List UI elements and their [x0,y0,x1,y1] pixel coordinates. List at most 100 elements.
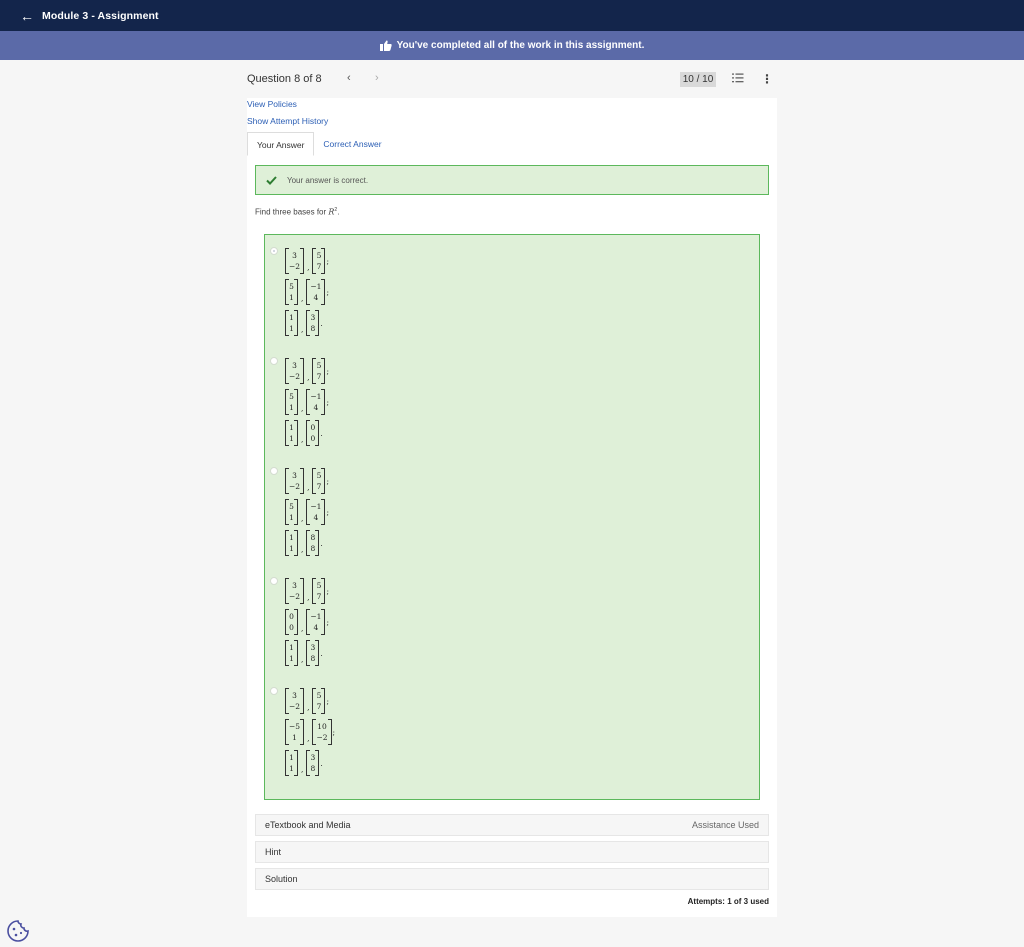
hint-accordion[interactable]: Hint [255,841,769,863]
tab-your-answer[interactable]: Your Answer [247,132,315,156]
radio-button[interactable] [270,687,278,695]
vector-entry: 3 [310,313,316,322]
punctuation: ; [326,586,329,596]
score-badge: 10 / 10 [680,72,716,87]
column-vector: 11 [285,420,298,446]
attempts-counter: Attempts: 1 of 3 used [688,897,769,906]
radio-button[interactable] [270,467,278,475]
vector-entry: 5 [289,392,294,401]
solution-accordion[interactable]: Solution [255,868,769,890]
radio-button[interactable] [270,357,278,365]
column-vector: 3 −2 [285,688,305,714]
prev-question-button[interactable]: ‹ [347,72,351,84]
tab-correct-answer[interactable]: Correct Answer [314,132,390,156]
kebab-icon[interactable]: ⋮ [761,72,773,86]
basis-row: 3 −2, 5 7; [285,246,329,276]
vector-entry: 1 [289,313,294,322]
vector-entry: −2 [289,482,301,491]
arrow-left-icon[interactable]: ← [20,9,34,23]
punctuation: , [307,263,310,272]
punctuation: ; [326,696,329,706]
vector-entry: 8 [310,324,316,333]
thumbs-up-icon [379,40,392,51]
basis-row: 5 1, −1 4; [285,387,329,417]
punctuation: , [307,734,310,743]
vector-entry: 1 [289,654,294,663]
vector-entry: 1 [289,533,294,542]
vector-entry: −5 [289,722,301,731]
list-icon[interactable] [732,73,744,83]
assistance-used-label: Assistance Used [691,820,759,830]
column-vector: 3 −2 [285,468,305,494]
vector-entry: 5 [316,691,322,700]
punctuation: ; [326,256,329,266]
vector-entry: 7 [316,702,322,711]
vector-entry: 4 [313,403,319,412]
hint-label: Hint [265,847,282,857]
cookie-icon[interactable] [6,919,30,943]
column-vector: 57 [312,358,326,384]
punctuation: ; [326,476,329,486]
question-prompt: Find three bases for R2. [255,207,339,217]
column-vector: −5 1 [285,719,305,745]
column-vector: 57 [312,468,326,494]
punctuation: , [307,703,310,712]
view-policies-link[interactable]: View Policies [247,99,297,109]
vector-entry: 0 [310,434,316,443]
answer-options: 3 −2, 5 7; 5 1, −1 4; 1 1, 3 8. 3 −2, 5 7; 5 1, −1 4; 1 1, 0 0.… [264,234,760,800]
radio-button[interactable] [270,247,278,255]
vector-entry: 10 [317,722,327,731]
column-vector: 3 −2 [285,358,305,384]
punctuation: , [301,545,304,554]
vector-entry: 5 [316,471,322,480]
vector-entry: 3 [310,643,316,652]
column-vector: 38 [306,640,320,666]
vector-entry: 3 [292,251,297,260]
column-vector: 10 −2 [312,719,332,745]
vector-entry: 1 [289,423,294,432]
assignment-content: Question 8 of 8 ‹ › 10 / 10 ⋮ View Polic… [247,60,777,917]
column-vector: 3 −2 [285,578,305,604]
vector-entry: −2 [316,733,328,742]
column-vector: 57 [312,248,326,274]
punctuation: . [320,428,323,438]
vector-entry: −1 [310,502,322,511]
vector-entry: 0 [310,423,316,432]
vector-entry: −2 [289,372,301,381]
top-bar: ← Module 3 - Assignment [0,0,1024,31]
answer-tabs: Your Answer Correct Answer [247,132,391,156]
punctuation: ; [326,617,329,627]
next-question-button[interactable]: › [375,72,379,84]
vector-entry: 3 [310,753,316,762]
vector-entry: 5 [316,581,322,590]
banner-text: You've completed all of the work in this… [396,40,645,51]
column-vector: −1 4 [306,499,326,525]
vector-entry: 5 [316,361,322,370]
punctuation: , [307,373,310,382]
basis-row: 11,88. [285,528,323,558]
radio-button[interactable] [270,577,278,585]
assignment-title: Module 3 - Assignment [42,9,159,22]
basis-row: 11,38. [285,748,323,778]
vector-entry: 7 [316,262,322,271]
column-vector: 57 [312,578,326,604]
column-vector: 00 [285,609,298,635]
column-vector: −1 4 [306,609,326,635]
punctuation: . [320,648,323,658]
punctuation: ; [326,507,329,517]
punctuation: , [301,624,304,633]
attempts-label: Attempts: [687,897,725,906]
punctuation: ; [326,397,329,407]
basis-row: 5 1, −1 4; [285,497,329,527]
attempt-history-link[interactable]: Show Attempt History [247,116,328,126]
vector-entry: 7 [316,482,322,491]
vector-entry: 5 [316,251,322,260]
etextbook-accordion[interactable]: eTextbook and Media Assistance Used [255,814,769,836]
feedback-text: Your answer is correct. [287,175,369,185]
punctuation: , [301,325,304,334]
vector-entry: −2 [289,592,301,601]
punctuation: ; [326,287,329,297]
solution-label: Solution [265,874,298,884]
column-vector: 38 [306,750,320,776]
vector-entry: 5 [289,502,294,511]
